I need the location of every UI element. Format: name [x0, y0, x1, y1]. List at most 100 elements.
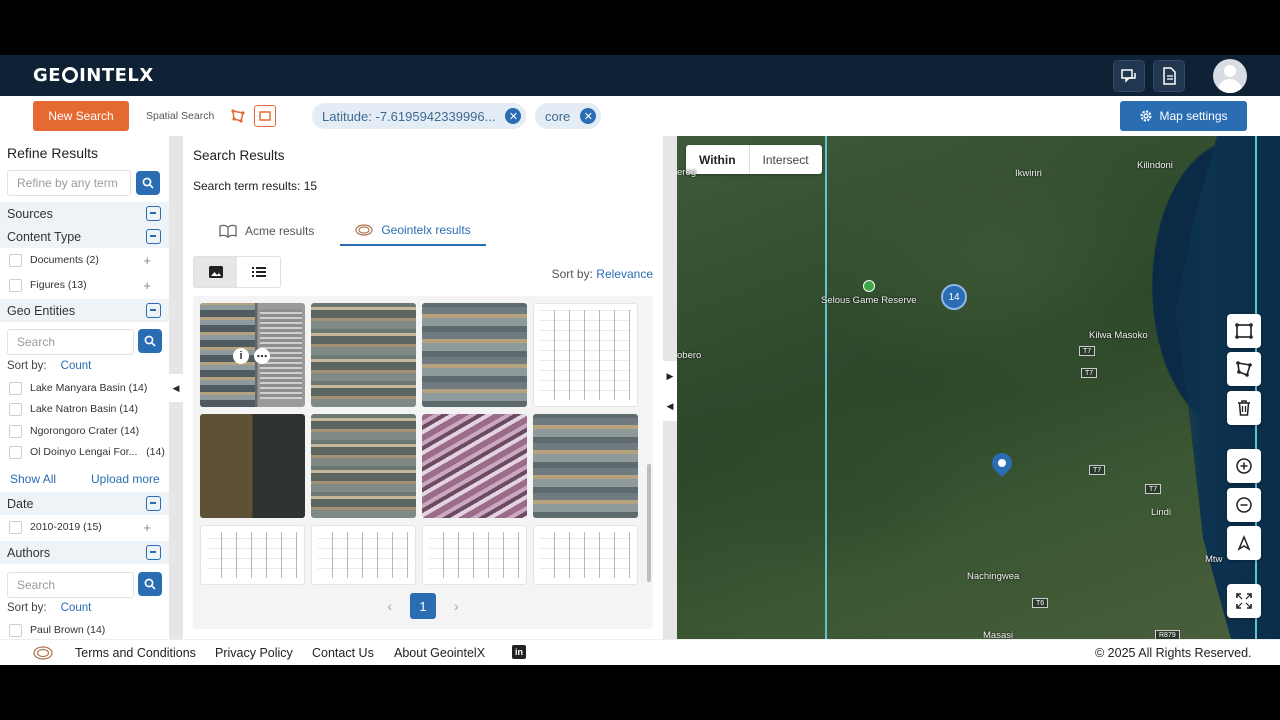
result-thumbnail[interactable]: [200, 525, 305, 585]
chat-button[interactable]: [1113, 60, 1145, 92]
content-type-section-header[interactable]: Content Type: [0, 225, 169, 248]
reset-north-button[interactable]: [1227, 526, 1261, 560]
collapse-sidebar-arrow-icon[interactable]: ◀: [169, 374, 183, 402]
tab-acme-results[interactable]: Acme results: [219, 216, 337, 246]
draw-polygon-tool[interactable]: [1227, 352, 1261, 386]
content-type-figures[interactable]: Figures (13) +: [9, 276, 161, 294]
checkbox[interactable]: [9, 402, 22, 416]
location-pin-icon[interactable]: [987, 448, 1017, 478]
date-item[interactable]: 2010-2019 (15) +: [9, 518, 161, 536]
intersect-option[interactable]: Intersect: [750, 145, 822, 174]
grid-view-button[interactable]: [194, 257, 237, 287]
tab-geointelx-results[interactable]: Geointelx results: [340, 216, 486, 246]
result-thumbnail[interactable]: [422, 525, 527, 585]
geo-entity-item[interactable]: Ngorongoro Crater (14): [9, 422, 139, 440]
result-thumbnail[interactable]: [311, 414, 416, 518]
rectangle-draw-button[interactable]: [254, 105, 276, 127]
checkbox[interactable]: [9, 445, 22, 459]
geo-entity-item[interactable]: Lake Manyara Basin (14): [9, 379, 147, 397]
chip-label: core: [545, 108, 571, 124]
expand-plus-icon[interactable]: +: [143, 278, 151, 293]
authors-search-input[interactable]: Search: [7, 572, 134, 598]
expand-plus-icon[interactable]: +: [143, 253, 151, 268]
linkedin-icon[interactable]: in: [512, 645, 526, 659]
park-marker-icon: [863, 280, 875, 292]
page-number-button[interactable]: 1: [410, 593, 436, 619]
show-all-link[interactable]: Show All: [10, 472, 56, 486]
remove-chip-icon[interactable]: ✕: [580, 108, 597, 124]
draw-rectangle-tool[interactable]: [1227, 314, 1261, 348]
new-search-button[interactable]: New Search: [33, 101, 129, 131]
result-thumbnail[interactable]: [311, 303, 416, 407]
date-section-header[interactable]: Date: [0, 492, 169, 515]
documents-button[interactable]: [1153, 60, 1185, 92]
sidebar-splitter[interactable]: ◀: [169, 136, 183, 639]
author-item[interactable]: Paul Brown (14): [9, 621, 105, 639]
road-shield: T7: [1081, 368, 1098, 378]
about-link[interactable]: About GeointelX: [394, 646, 485, 660]
document-icon: [1163, 67, 1176, 85]
info-icon[interactable]: i: [233, 348, 249, 364]
result-thumbnail[interactable]: i ⋯: [200, 303, 305, 407]
remove-chip-icon[interactable]: ✕: [505, 108, 522, 124]
checkbox[interactable]: [9, 381, 22, 395]
collapse-icon[interactable]: [146, 303, 161, 318]
map-view[interactable]: Within Intersect Kilindoni Ikwiriri Selo…: [677, 136, 1280, 639]
collapse-icon[interactable]: [146, 206, 161, 221]
result-thumbnail[interactable]: [311, 525, 416, 585]
refine-term-input[interactable]: Refine by any term: [7, 170, 131, 196]
geo-entities-section-header[interactable]: Geo Entities: [0, 299, 169, 322]
upload-more-link[interactable]: Upload more: [91, 472, 160, 486]
more-options-icon[interactable]: ⋯: [254, 348, 270, 364]
results-scrollbar[interactable]: [647, 464, 651, 582]
user-avatar-icon[interactable]: [1213, 59, 1247, 93]
map-place-label: obero: [677, 350, 702, 361]
geointelx-logo[interactable]: GE INTELX: [33, 65, 154, 86]
contact-link[interactable]: Contact Us: [312, 646, 374, 660]
checkbox[interactable]: [9, 520, 22, 534]
result-thumbnail[interactable]: [533, 303, 638, 407]
checkbox[interactable]: [9, 253, 22, 267]
result-thumbnail[interactable]: [422, 414, 527, 518]
collapse-icon[interactable]: [146, 229, 161, 244]
result-thumbnail[interactable]: [422, 303, 527, 407]
geo-entity-item[interactable]: Ol Doinyo Lengai For... (14): [9, 443, 165, 461]
sort-value-link[interactable]: Count: [61, 360, 92, 372]
checkbox[interactable]: [9, 623, 22, 637]
sort-relevance-link[interactable]: Relevance: [596, 267, 653, 281]
result-thumbnail[interactable]: [533, 414, 638, 518]
collapse-map-arrow-icon[interactable]: ◀: [663, 391, 677, 421]
polygon-draw-button[interactable]: [227, 105, 249, 127]
content-type-documents[interactable]: Documents (2) +: [9, 251, 161, 269]
terms-link[interactable]: Terms and Conditions: [75, 646, 196, 660]
fullscreen-button[interactable]: [1227, 584, 1261, 618]
delete-shape-tool[interactable]: [1227, 391, 1261, 425]
list-view-button[interactable]: [237, 257, 280, 287]
geo-entities-search-input[interactable]: Search: [7, 329, 134, 355]
filter-count: (14): [146, 446, 165, 458]
previous-page-icon[interactable]: ‹: [387, 598, 392, 614]
expand-plus-icon[interactable]: +: [143, 520, 151, 535]
core-filter-chip: core ✕: [535, 103, 602, 129]
authors-search-button[interactable]: [138, 572, 162, 596]
sort-value-link[interactable]: Count: [61, 602, 92, 614]
next-page-icon[interactable]: ›: [454, 598, 459, 614]
zoom-out-button[interactable]: [1227, 488, 1261, 522]
fullscreen-icon: [1236, 593, 1252, 609]
collapse-icon[interactable]: [146, 545, 161, 560]
geo-entity-item[interactable]: Lake Natron Basin (14): [9, 400, 138, 418]
result-cluster-marker[interactable]: 14: [941, 284, 967, 310]
authors-section-header[interactable]: Authors: [0, 541, 169, 564]
result-thumbnail[interactable]: [200, 414, 305, 518]
result-thumbnail[interactable]: [533, 525, 638, 585]
checkbox[interactable]: [9, 278, 22, 292]
collapse-icon[interactable]: [146, 496, 161, 511]
checkbox[interactable]: [9, 424, 22, 438]
zoom-in-button[interactable]: [1227, 449, 1261, 483]
refine-search-button[interactable]: [136, 171, 160, 195]
sources-section-header[interactable]: Sources: [0, 202, 169, 225]
privacy-link[interactable]: Privacy Policy: [215, 646, 293, 660]
expand-map-arrow-icon[interactable]: ▶: [663, 361, 677, 391]
geo-search-button[interactable]: [138, 329, 162, 353]
map-settings-button[interactable]: Map settings: [1120, 101, 1247, 131]
